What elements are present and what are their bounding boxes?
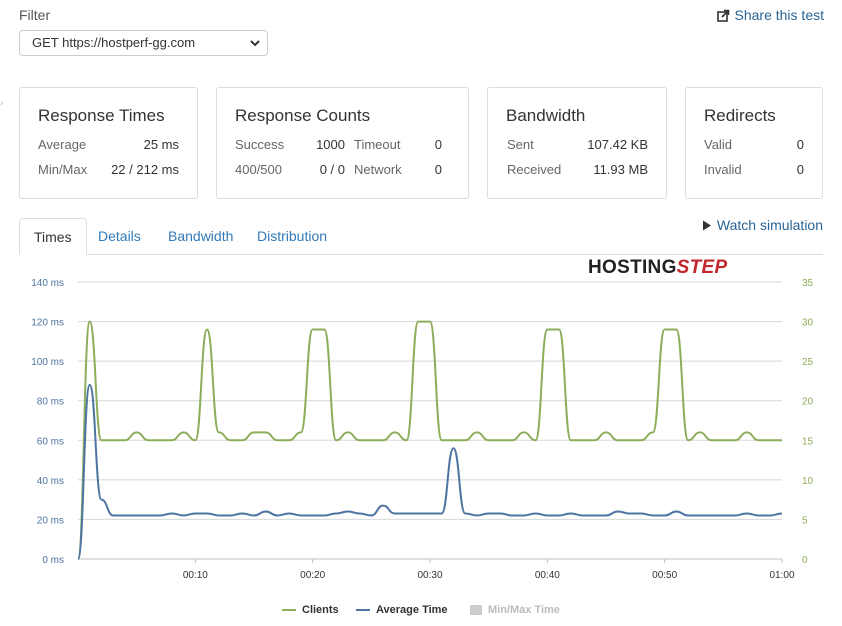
legend-minmax-label: Min/Max Time xyxy=(488,604,560,616)
y-left-tick-label: 80 ms xyxy=(37,397,64,408)
x-tick-label: 00:10 xyxy=(183,570,208,581)
average-time-series-line xyxy=(77,383,783,560)
tabs-divider xyxy=(19,254,823,255)
invalid-label: Invalid xyxy=(704,162,742,177)
y-left-tick-label: 100 ms xyxy=(31,357,64,368)
collapse-handle-icon: › xyxy=(0,98,4,109)
share-icon xyxy=(716,9,729,22)
success-value: 1000 xyxy=(316,137,345,152)
redirects-title: Redirects xyxy=(704,106,776,125)
success-label: Success xyxy=(235,137,285,152)
y-left-tick-label: 0 ms xyxy=(42,555,64,566)
y-right-tick-label: 20 xyxy=(802,397,814,408)
valid-label: Valid xyxy=(704,137,732,152)
redirects-card: Redirects Valid 0 Invalid 0 xyxy=(685,87,823,199)
sent-value: 107.42 KB xyxy=(587,137,648,152)
y-left-tick-label: 120 ms xyxy=(31,318,64,329)
y-right-tick-label: 35 xyxy=(802,278,814,289)
legend-clients[interactable]: Clients xyxy=(282,604,339,616)
y-left-tick-label: 20 ms xyxy=(37,515,64,526)
response-times-card: Response Times Average 25 ms Min/Max 22 … xyxy=(19,87,198,199)
share-test-link[interactable]: Share this test xyxy=(716,7,825,23)
network-value: 0 xyxy=(434,162,442,177)
network-label: Network xyxy=(354,162,402,177)
y-left-tick-label: 40 ms xyxy=(37,476,64,487)
y-left-tick-label: 60 ms xyxy=(37,436,64,447)
errors-value: 0 / 0 xyxy=(319,162,345,177)
received-label: Received xyxy=(507,162,562,177)
filter-label: Filter xyxy=(19,7,51,23)
legend-minmax-swatch xyxy=(470,605,482,615)
y-right-tick-label: 0 xyxy=(802,555,808,566)
x-tick-label: 00:50 xyxy=(652,570,677,581)
watch-simulation-label: Watch simulation xyxy=(716,217,823,233)
tab-bandwidth[interactable]: Bandwidth xyxy=(168,218,233,254)
response-counts-title: Response Counts xyxy=(235,106,371,125)
request-filter-select[interactable]: GET https://hostperf-gg.com xyxy=(19,30,268,56)
tab-times[interactable]: Times xyxy=(19,218,87,255)
response-times-chart: 0 ms 20 ms 40 ms 60 ms 80 ms 100 ms 120 ms 140 … xyxy=(31,278,814,581)
response-counts-card: Response Counts Success 1000 Timeout 0 4… xyxy=(216,87,469,199)
tab-details[interactable]: Details xyxy=(98,218,141,254)
watch-simulation-link[interactable]: Watch simulation xyxy=(702,217,823,233)
request-filter-value: GET https://hostperf-gg.com xyxy=(32,35,196,50)
x-tick-label: 01:00 xyxy=(769,570,794,581)
timeout-label: Timeout xyxy=(354,137,401,152)
valid-value: 0 xyxy=(796,137,804,152)
legend-average-time[interactable]: Average Time xyxy=(356,604,448,616)
y-left-tick-label: 140 ms xyxy=(31,278,64,289)
average-value: 25 ms xyxy=(143,137,179,152)
y-right-tick-label: 5 xyxy=(802,515,808,526)
sent-label: Sent xyxy=(507,137,534,152)
invalid-value: 0 xyxy=(796,162,804,177)
received-value: 11.93 MB xyxy=(593,162,648,177)
timeout-value: 0 xyxy=(434,137,442,152)
x-tick-label: 00:40 xyxy=(535,570,560,581)
bandwidth-card: Bandwidth Sent 107.42 KB Received 11.93 … xyxy=(487,87,667,199)
minmax-label: Min/Max xyxy=(38,162,88,177)
chart-legend: Clients Average Time Min/Max Time xyxy=(0,604,842,622)
minmax-value: 22 / 212 ms xyxy=(111,162,179,177)
x-tick-label: 00:30 xyxy=(417,570,442,581)
y-right-tick-label: 10 xyxy=(802,476,814,487)
y-right-tick-label: 25 xyxy=(802,357,814,368)
share-test-label: Share this test xyxy=(734,7,825,23)
y-right-tick-label: 15 xyxy=(802,436,814,447)
chevron-down-icon xyxy=(250,40,260,47)
legend-clients-swatch xyxy=(282,609,296,611)
y-right-tick-label: 30 xyxy=(802,318,814,329)
legend-clients-label: Clients xyxy=(302,604,339,616)
response-times-title: Response Times xyxy=(38,106,165,125)
legend-average-swatch xyxy=(356,609,370,611)
average-label: Average xyxy=(38,137,87,152)
play-icon xyxy=(702,220,711,230)
errors-label: 400/500 xyxy=(235,162,282,177)
bandwidth-title: Bandwidth xyxy=(506,106,586,125)
tab-distribution[interactable]: Distribution xyxy=(257,218,327,254)
x-tick-label: 00:20 xyxy=(300,570,325,581)
legend-average-label: Average Time xyxy=(376,604,448,616)
legend-minmax-time[interactable]: Min/Max Time xyxy=(470,604,560,616)
